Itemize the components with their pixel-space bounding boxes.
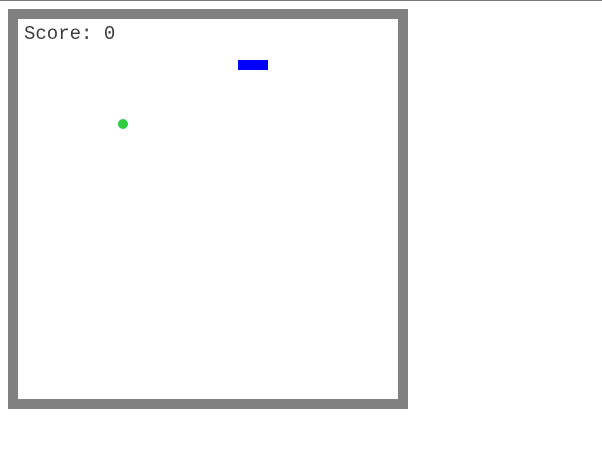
score-label: Score:: [24, 23, 93, 45]
food-pellet: [118, 119, 128, 129]
score-display: Score: 0: [24, 23, 115, 45]
score-value: 0: [103, 23, 116, 45]
top-divider: [0, 0, 602, 1]
snake: [238, 60, 268, 70]
game-board[interactable]: Score: 0: [8, 9, 408, 409]
